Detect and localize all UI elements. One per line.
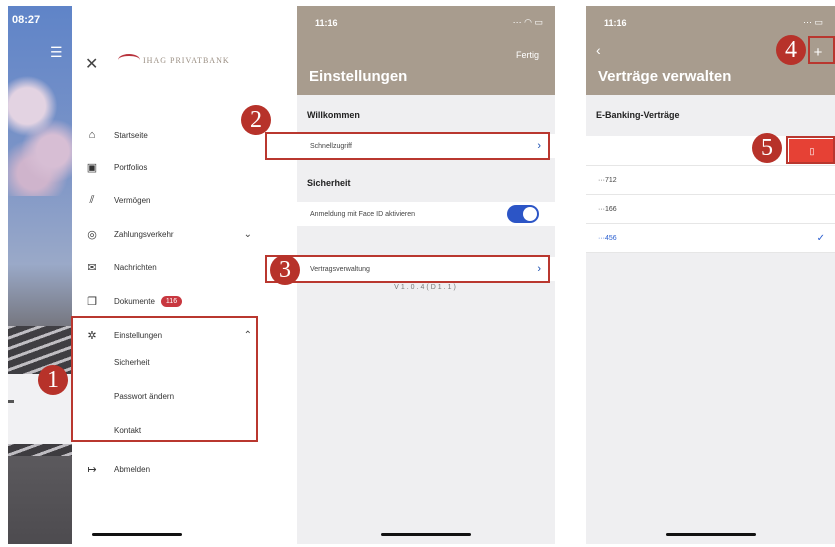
- highlight-box-settings: [71, 316, 258, 442]
- status-time: 11:16: [315, 18, 338, 28]
- chevron-down-icon[interactable]: ⌄: [244, 229, 252, 240]
- nav-bar: 11:16 ⋯ ◠ ▭ Fertig Einstellungen: [297, 6, 555, 95]
- mail-icon: ✉: [87, 261, 97, 274]
- home-indicator: [665, 533, 756, 536]
- screen-menu: 08:27 ☰ ✕ IHAG PRIVATBANK ⌂ Startseite ▣…: [8, 6, 260, 544]
- bank-logo: IHAG PRIVATBANK: [118, 54, 230, 66]
- back-arrow-icon[interactable]: ‹: [596, 42, 601, 58]
- highlight-box-add: [808, 36, 835, 64]
- section-welcome: Willkommen: [307, 110, 360, 120]
- marker-5: 5: [752, 133, 782, 163]
- logout-icon: ↦: [87, 463, 97, 476]
- section-contracts: E-Banking-Verträge: [596, 110, 680, 120]
- marker-3: 3: [270, 255, 300, 285]
- marker-4: 4: [776, 35, 806, 65]
- done-button[interactable]: Fertig: [516, 50, 539, 60]
- section-security: Sicherheit: [307, 178, 351, 188]
- checkmark-icon: ✓: [816, 232, 825, 244]
- side-menu: ✕ IHAG PRIVATBANK ⌂ Startseite ▣ Portfol…: [72, 6, 260, 544]
- highlight-box-contract-management: [265, 255, 550, 283]
- close-icon[interactable]: ✕: [85, 54, 98, 74]
- portfolio-icon: ▣: [86, 161, 98, 174]
- payment-icon: ◎: [87, 228, 97, 241]
- highlight-box-quick-access: [265, 132, 550, 160]
- page-title: Verträge verwalten: [598, 68, 732, 85]
- menu-item-nachrichten[interactable]: ✉ Nachrichten: [72, 256, 260, 278]
- menu-item-vermoegen[interactable]: ⫽ Vermögen: [72, 189, 260, 211]
- status-icons: ⋯ ▭: [802, 17, 823, 27]
- contract-row[interactable]: ···712: [586, 166, 835, 195]
- screen-contracts: 11:16 ⋯ ▭ ‹ + Verträge verwalten E-Banki…: [586, 6, 835, 544]
- home-indicator: [92, 533, 182, 536]
- menu-item-startseite[interactable]: ⌂ Startseite: [72, 124, 260, 146]
- home-indicator: [381, 533, 471, 536]
- status-time: 08:27: [12, 14, 41, 26]
- home-icon: ⌂: [88, 129, 96, 141]
- menu-item-portfolios[interactable]: ▣ Portfolios: [72, 156, 260, 178]
- status-time: 11:16: [604, 18, 627, 28]
- face-id-toggle[interactable]: [507, 205, 539, 223]
- marker-1: 1: [38, 365, 68, 395]
- marker-2: 2: [241, 105, 271, 135]
- menu-item-zahlungsverkehr[interactable]: ◎ Zahlungsverkehr ⌄: [72, 223, 260, 245]
- page-title: Einstellungen: [309, 68, 408, 85]
- hamburger-icon[interactable]: ☰: [50, 44, 63, 61]
- documents-icon: ❐: [87, 295, 97, 308]
- menu-item-dokumente[interactable]: ❐ Dokumente 116: [72, 290, 260, 312]
- contract-row-selected[interactable]: ···456 ✓: [586, 224, 835, 253]
- contract-row[interactable]: ···166: [586, 195, 835, 224]
- background-photo: [8, 6, 72, 544]
- chart-icon: ⫽: [89, 193, 95, 206]
- status-icons: ⋯ ◠ ▭: [512, 17, 543, 27]
- highlight-box-delete: [786, 136, 835, 164]
- face-id-row: Anmeldung mit Face ID aktivieren: [297, 202, 555, 226]
- menu-item-abmelden[interactable]: ↦ Abmelden: [72, 458, 260, 480]
- documents-count-badge: 116: [160, 295, 183, 307]
- app-version: V1.0.4(D1.1): [394, 284, 458, 291]
